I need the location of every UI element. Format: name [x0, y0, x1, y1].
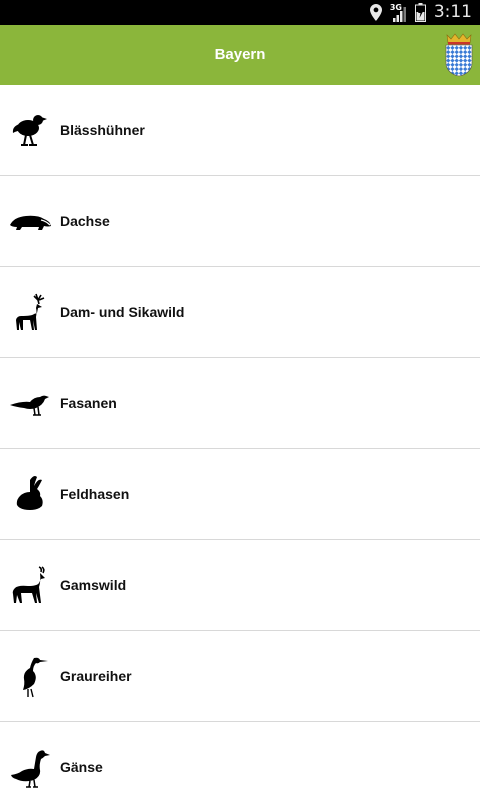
app-bar: Bayern — [0, 25, 480, 85]
list-item-label: Gänse — [60, 759, 103, 775]
status-icons: 3G 3:11 — [369, 0, 472, 25]
list-item-label: Blässhühner — [60, 122, 145, 138]
hare-icon — [8, 472, 52, 516]
list-item[interactable]: Blässhühner — [0, 85, 480, 176]
badger-icon — [8, 199, 52, 243]
status-bar: 3G 3:11 — [0, 0, 480, 25]
bavaria-crest-icon[interactable] — [444, 33, 474, 77]
list-item-label: Gamswild — [60, 577, 127, 593]
coot-icon — [8, 108, 52, 152]
list-item[interactable]: Dachse — [0, 176, 480, 267]
list-item-label: Dam- und Sikawild — [60, 304, 185, 320]
status-time: 3:11 — [433, 2, 472, 22]
heron-icon — [8, 654, 52, 698]
list-item-label: Fasanen — [60, 395, 117, 411]
list-item[interactable]: Fasanen — [0, 358, 480, 449]
species-list: Blässhühner Dachse Dam- und Sikawild Fas… — [0, 85, 480, 800]
list-item[interactable]: Gänse — [0, 722, 480, 800]
signal-icon: 3G — [390, 3, 407, 23]
goose-icon — [8, 745, 52, 789]
list-item-label: Graureiher — [60, 668, 132, 684]
pheasant-icon — [8, 381, 52, 425]
chamois-icon — [8, 563, 52, 607]
deer-icon — [8, 290, 52, 334]
list-item-label: Feldhasen — [60, 486, 130, 502]
location-icon — [369, 4, 382, 21]
list-item-label: Dachse — [60, 213, 110, 229]
battery-icon — [414, 3, 426, 22]
list-item[interactable]: Graureiher — [0, 631, 480, 722]
list-item[interactable]: Gamswild — [0, 540, 480, 631]
list-item[interactable]: Feldhasen — [0, 449, 480, 540]
list-item[interactable]: Dam- und Sikawild — [0, 267, 480, 358]
page-title: Bayern — [214, 46, 266, 63]
